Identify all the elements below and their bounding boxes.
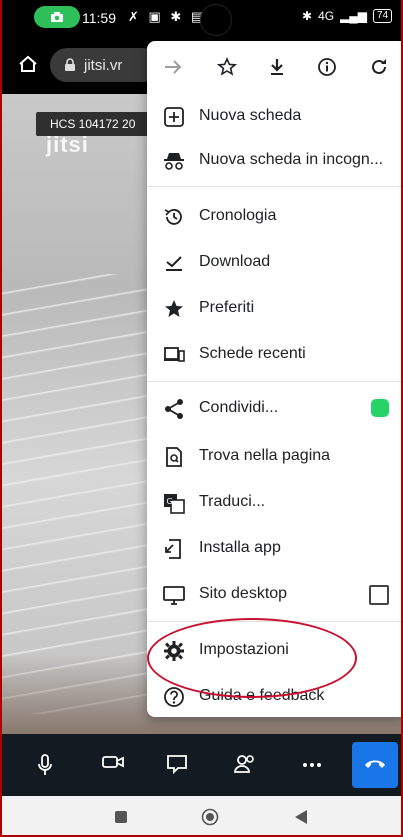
menu-item-install-app[interactable]: Installa app	[147, 525, 401, 571]
url-text: jitsi.vr	[84, 57, 123, 74]
camera-icon	[51, 12, 63, 22]
menu-item-label: Cronologia	[199, 207, 277, 224]
menu-action-row	[147, 41, 401, 95]
screen-share-icon[interactable]	[166, 754, 188, 774]
menu-item-label: Traduci...	[199, 493, 266, 510]
clock: 11:59	[82, 10, 116, 26]
forward-icon[interactable]	[163, 57, 183, 77]
menu-item-label: Condividi...	[199, 399, 279, 416]
menu-item-label: Preferiti	[199, 299, 255, 316]
history-icon	[164, 209, 182, 225]
hangup-icon	[365, 760, 385, 768]
menu-item-recent-tabs[interactable]: Schede recenti	[147, 331, 401, 377]
signal-icon: ▂▄▆	[340, 9, 368, 23]
menu-item-bookmarks[interactable]: Preferiti	[147, 285, 401, 331]
desktop-icon	[163, 586, 185, 605]
participants-icon[interactable]	[234, 754, 256, 774]
share-icon	[165, 399, 183, 419]
browser-overflow-menu: Nuova scheda Nuova scheda in incogn... C…	[147, 41, 401, 719]
download-check-icon	[166, 256, 182, 271]
find-icon	[166, 447, 182, 467]
new-tab-icon	[164, 107, 184, 127]
menu-item-label: Nuova scheda in incogn...	[199, 151, 384, 168]
reload-icon[interactable]	[369, 57, 389, 77]
menu-item-label: Impostazioni	[199, 641, 289, 658]
translate-icon: G	[164, 494, 185, 514]
back-icon[interactable]	[294, 809, 308, 825]
notification-icons: ✗ ▣ ✱ ▤	[128, 9, 207, 24]
star-icon[interactable]	[217, 57, 237, 77]
menu-item-settings[interactable]: Impostazioni	[147, 627, 401, 673]
jitsi-watermark: jitsi	[46, 132, 89, 157]
network-label: 4G	[318, 9, 335, 23]
system-navigation-bar	[2, 796, 401, 835]
menu-item-help[interactable]: Guida e feedback	[147, 673, 401, 719]
recent-tabs-icon	[164, 347, 185, 362]
menu-item-label: Sito desktop	[199, 585, 288, 602]
menu-item-label: Guida e feedback	[199, 687, 325, 704]
menu-item-history[interactable]: Cronologia	[147, 193, 401, 239]
menu-item-incognito[interactable]: Nuova scheda in incogn...	[147, 137, 401, 183]
meeting-toolbar	[2, 734, 401, 796]
battery-level: 74	[373, 9, 393, 23]
menu-divider	[147, 621, 401, 622]
menu-item-desktop-site[interactable]: Sito desktop	[147, 571, 401, 617]
menu-divider	[147, 381, 401, 382]
help-icon	[164, 687, 184, 707]
status-bar: 11:59 ✗ ▣ ✱ ▤ ✱ 4G ▂▄▆ 74	[2, 0, 401, 38]
star-filled-icon	[165, 300, 183, 317]
system-status: ✱ 4G ▂▄▆ 74	[302, 9, 393, 23]
recents-icon[interactable]	[114, 810, 128, 824]
gear-icon	[164, 641, 184, 661]
phone-frame: 11:59 ✗ ▣ ✱ ▤ ✱ 4G ▂▄▆ 74 jitsi.vr HCS 1…	[0, 0, 403, 837]
download-icon[interactable]	[267, 57, 287, 77]
camera-toggle-icon[interactable]	[102, 754, 124, 770]
url-field[interactable]: jitsi.vr	[50, 48, 160, 82]
menu-item-label: Schede recenti	[199, 345, 306, 362]
menu-item-new-tab[interactable]: Nuova scheda	[147, 93, 401, 139]
menu-item-find-in-page[interactable]: Trova nella pagina	[147, 433, 401, 479]
info-icon[interactable]	[317, 57, 337, 77]
menu-item-label: Nuova scheda	[199, 107, 302, 124]
menu-item-downloads[interactable]: Download	[147, 239, 401, 285]
lock-icon	[65, 58, 75, 71]
incognito-icon	[164, 153, 184, 170]
home-nav-icon[interactable]	[201, 808, 219, 826]
whatsapp-icon[interactable]	[371, 399, 389, 417]
menu-item-translate[interactable]: G Traduci...	[147, 479, 401, 525]
home-icon[interactable]	[18, 54, 38, 74]
front-camera-cutout	[200, 4, 232, 36]
menu-item-share[interactable]: Condividi...	[147, 385, 401, 431]
microphone-icon[interactable]	[38, 754, 52, 776]
install-icon	[165, 539, 181, 559]
menu-item-label: Trova nella pagina	[199, 447, 331, 464]
bluetooth-icon: ✱	[302, 9, 313, 23]
menu-divider	[147, 186, 401, 187]
menu-item-label: Installa app	[199, 539, 281, 556]
hangup-button[interactable]	[352, 742, 398, 788]
camera-indicator	[34, 6, 80, 28]
menu-item-label: Download	[199, 253, 271, 270]
desktop-site-checkbox[interactable]	[369, 585, 389, 605]
more-icon[interactable]	[302, 762, 322, 768]
svg-text:G: G	[167, 497, 173, 506]
